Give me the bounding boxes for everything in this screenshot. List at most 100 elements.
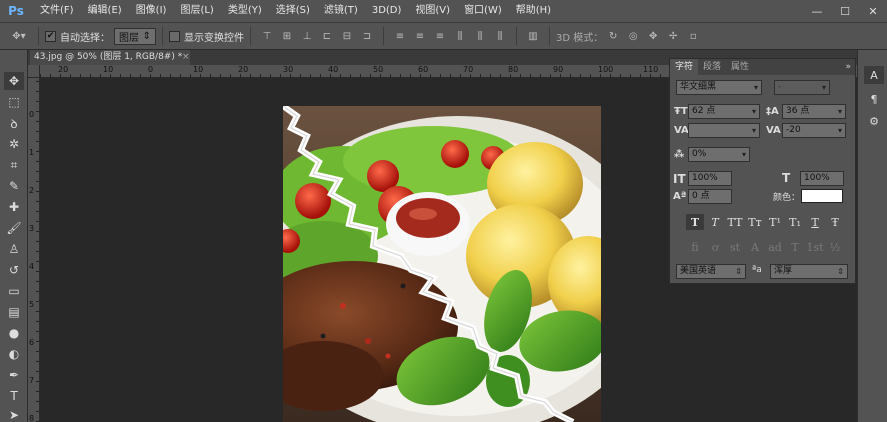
blur-tool-icon[interactable]: ●	[4, 324, 24, 342]
menu-3d[interactable]: 3D(D)	[365, 0, 409, 22]
superscript-button[interactable]: T¹	[766, 214, 784, 230]
menu-type[interactable]: 类型(Y)	[221, 0, 269, 22]
leading-field[interactable]: 36 点 ▾	[782, 104, 846, 119]
menu-view[interactable]: 视图(V)	[408, 0, 457, 22]
show-transform-checkbox[interactable]	[169, 30, 180, 42]
auto-select-target-dropdown[interactable]: 图层 ⇕	[114, 27, 156, 45]
type-tool-icon[interactable]: T	[4, 387, 24, 405]
strikethrough-button[interactable]: Ŧ	[826, 214, 844, 230]
menu-layer[interactable]: 图层(L)	[173, 0, 220, 22]
faux-italic-button[interactable]: T	[706, 214, 724, 230]
gradient-tool-icon[interactable]: ▤	[4, 303, 24, 321]
close-document-icon[interactable]: ×	[182, 50, 190, 65]
underline-button[interactable]: T	[806, 214, 824, 230]
discretionary-ligatures-button[interactable]: st	[726, 239, 744, 255]
clone-stamp-tool-icon[interactable]: ♙	[4, 240, 24, 258]
font-style-dropdown[interactable]: - ▾	[774, 80, 830, 95]
auto-align-icon[interactable]: ▥	[525, 28, 541, 44]
font-size-field[interactable]: 62 点 ▾	[688, 104, 760, 119]
eyedropper-tool-icon[interactable]: ✎	[4, 177, 24, 195]
3d-roll-icon[interactable]: ◎	[625, 28, 641, 44]
all-caps-button[interactable]: TT	[726, 214, 744, 230]
ligatures-button[interactable]: fi	[686, 239, 704, 255]
tracking-value: -20	[786, 125, 801, 135]
maximize-button[interactable]: ☐	[831, 0, 859, 22]
document-tab[interactable]: 43.jpg @ 50% (图层 1, RGB/8#) * ×	[30, 50, 190, 65]
vertical-scale-field[interactable]: 100%	[688, 171, 732, 186]
tracking-field[interactable]: -20 ▾	[782, 123, 846, 138]
character-panel-icon[interactable]: A	[864, 66, 884, 84]
3d-pan-icon[interactable]: ✥	[645, 28, 661, 44]
marquee-tool-icon[interactable]: ⬚	[4, 93, 24, 111]
fractions-button[interactable]: ½	[826, 239, 844, 255]
align-bottom-icon[interactable]: ⊥	[299, 28, 315, 44]
titling-alternates-button[interactable]: T	[786, 239, 804, 255]
vertical-ruler[interactable]: 0 1 2 3 4 5 6 7 8	[28, 78, 40, 422]
magic-wand-tool-icon[interactable]: ✲	[4, 135, 24, 153]
menu-help[interactable]: 帮助(H)	[509, 0, 558, 22]
lasso-tool-icon[interactable]: ꝺ	[4, 114, 24, 132]
font-family-dropdown[interactable]: 华文细黑 ▾	[676, 80, 762, 95]
ruler-origin[interactable]	[28, 65, 40, 78]
menu-filter[interactable]: 滤镜(T)	[317, 0, 365, 22]
minimize-button[interactable]: —	[803, 0, 831, 22]
language-dropdown[interactable]: 美国英语 ⇕	[676, 264, 746, 279]
distribute-left-icon[interactable]: ⫼	[452, 28, 468, 44]
small-caps-button[interactable]: Tт	[746, 214, 764, 230]
baseline-shift-icon: Aª	[673, 191, 687, 202]
properties-panel-icon[interactable]: ⚙	[864, 112, 884, 130]
tab-paragraph[interactable]: 段落	[698, 59, 726, 75]
move-tool-icon[interactable]: ✥	[4, 72, 24, 90]
kerning-field[interactable]: ▾	[688, 123, 760, 138]
path-selection-tool-icon[interactable]: ➤	[4, 406, 24, 422]
faux-bold-button[interactable]: T	[686, 214, 704, 230]
menu-select[interactable]: 选择(S)	[269, 0, 317, 22]
ruler-h-label: 50	[373, 65, 384, 74]
align-hcenter-icon[interactable]: ⊟	[339, 28, 355, 44]
panel-menu-icon[interactable]: »	[845, 59, 851, 75]
baseline-shift-field[interactable]: 0 点	[688, 189, 732, 204]
tab-properties[interactable]: 属性	[726, 59, 754, 75]
text-color-swatch[interactable]	[801, 189, 843, 203]
document-tab-title: 43.jpg @ 50% (图层 1, RGB/8#) *	[34, 52, 183, 62]
menu-image[interactable]: 图像(I)	[129, 0, 174, 22]
distribute-hcenter-icon[interactable]: ⫼	[472, 28, 488, 44]
ordinals-button[interactable]: 1st	[806, 239, 824, 255]
document-image[interactable]	[283, 106, 601, 422]
distribute-bottom-icon[interactable]: ≡	[432, 28, 448, 44]
subscript-button[interactable]: T₁	[786, 214, 804, 230]
move-tool-preset-icon[interactable]: ✥▾	[8, 28, 30, 44]
healing-brush-tool-icon[interactable]: ✚	[4, 198, 24, 216]
brush-tool-icon[interactable]: 🖌	[4, 219, 24, 237]
horizontal-scale-field[interactable]: 100%	[800, 171, 844, 186]
eraser-tool-icon[interactable]: ▭	[4, 282, 24, 300]
tab-character[interactable]: 字符	[670, 59, 699, 75]
pen-tool-icon[interactable]: ✒	[4, 366, 24, 384]
alt-ligatures-button[interactable]: ơ	[706, 239, 724, 255]
menu-file[interactable]: 文件(F)	[33, 0, 81, 22]
distribute-top-icon[interactable]: ≡	[392, 28, 408, 44]
3d-scale-icon[interactable]: ▫	[685, 28, 701, 44]
dodge-tool-icon[interactable]: ◐	[4, 345, 24, 363]
close-window-button[interactable]: ✕	[859, 0, 887, 22]
paragraph-panel-icon[interactable]: ¶	[864, 90, 884, 108]
vertical-scale-icon: IT	[673, 172, 686, 186]
align-vcenter-icon[interactable]: ⊞	[279, 28, 295, 44]
swash-button[interactable]: A	[746, 239, 764, 255]
auto-select-checkbox[interactable]: ✔	[45, 30, 56, 42]
3d-rotate-icon[interactable]: ↻	[605, 28, 621, 44]
history-brush-tool-icon[interactable]: ↺	[4, 261, 24, 279]
antialias-dropdown[interactable]: 浑厚 ⇕	[770, 264, 848, 279]
menu-edit[interactable]: 编辑(E)	[81, 0, 129, 22]
ruler-h-label: 90	[553, 65, 564, 74]
stylistic-alternates-button[interactable]: ad	[766, 239, 784, 255]
distribute-vcenter-icon[interactable]: ≡	[412, 28, 428, 44]
align-right-icon[interactable]: ⊐	[359, 28, 375, 44]
3d-slide-icon[interactable]: ✢	[665, 28, 681, 44]
align-left-icon[interactable]: ⊏	[319, 28, 335, 44]
align-top-icon[interactable]: ⊤	[259, 28, 275, 44]
tsume-field[interactable]: 0% ▾	[688, 147, 750, 162]
menu-window[interactable]: 窗口(W)	[457, 0, 509, 22]
crop-tool-icon[interactable]: ⌗	[4, 156, 24, 174]
distribute-right-icon[interactable]: ⫼	[492, 28, 508, 44]
